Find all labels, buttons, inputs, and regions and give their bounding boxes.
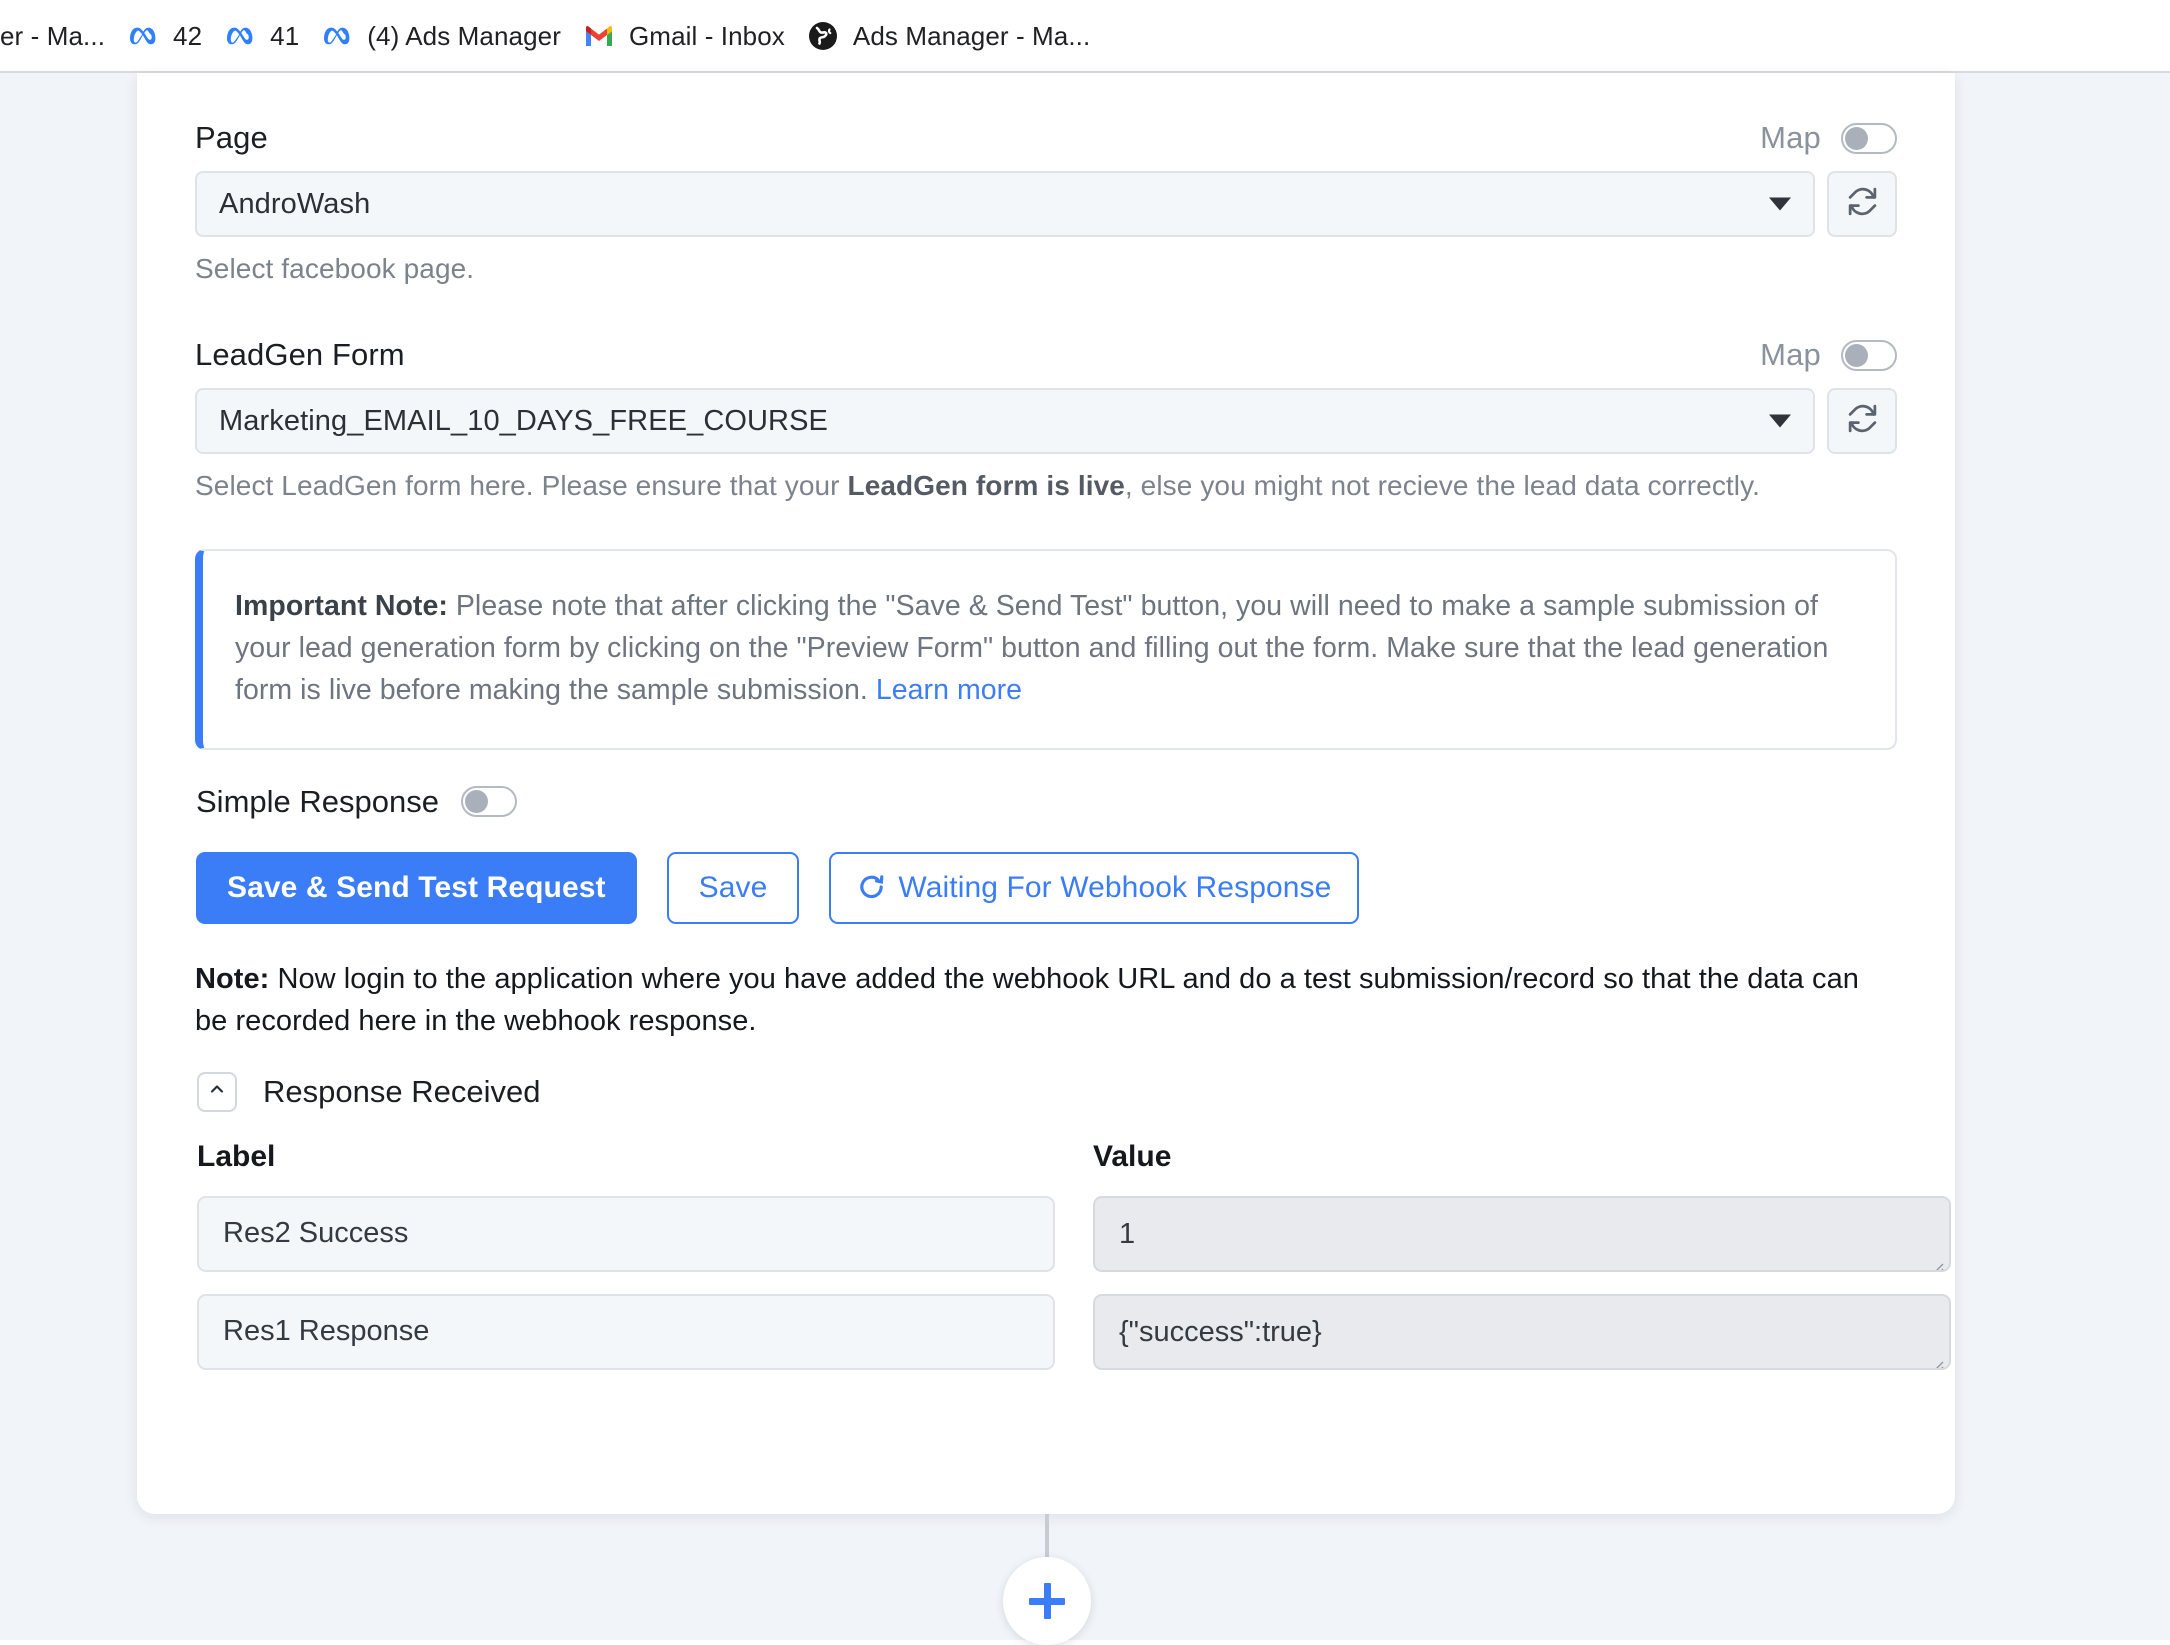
plus-icon <box>1029 1583 1065 1619</box>
response-value-text: {"success":true} <box>1119 1315 1322 1348</box>
important-note-strong: Important Note: <box>235 590 448 622</box>
add-step-button[interactable] <box>1003 1557 1091 1645</box>
waiting-for-webhook-response-button[interactable]: Waiting For Webhook Response <box>829 851 1360 924</box>
learn-more-link[interactable]: Learn more <box>876 674 1022 706</box>
webhook-note-strong: Note: <box>195 962 270 995</box>
leadgen-field-header: LeadGen Form Map <box>195 332 1897 378</box>
leadgen-select[interactable]: Marketing_EMAIL_10_DAYS_FREE_COURSE <box>195 388 1815 454</box>
chevron-up-icon <box>207 1079 227 1104</box>
leadgen-help-bold: LeadGen form is live <box>847 470 1125 501</box>
simple-response-label: Simple Response <box>196 783 439 819</box>
webhook-note-body: Now login to the application where you h… <box>195 962 1859 1037</box>
resize-grip-icon[interactable] <box>1929 1349 1945 1368</box>
leadgen-map-control: Map <box>1760 337 1897 373</box>
leadgen-select-row: Marketing_EMAIL_10_DAYS_FREE_COURSE <box>195 388 1897 454</box>
meta-icon <box>127 20 159 52</box>
chevron-down-icon <box>1769 414 1791 428</box>
action-button-row: Save & Send Test Request Save Waiting Fo… <box>195 851 1897 924</box>
response-received-title: Response Received <box>263 1073 541 1109</box>
save-button[interactable]: Save <box>666 851 800 924</box>
leadgen-help-post: , else you might not recieve the lead da… <box>1124 470 1761 501</box>
important-note-callout: Important Note: Please note that after c… <box>195 549 1897 750</box>
simple-response-row: Simple Response <box>195 784 1897 820</box>
response-kv-table: Label Value Res2 Success 1 Res1 Response <box>195 1140 1951 1370</box>
gmail-icon <box>583 20 615 52</box>
refresh-icon <box>1846 402 1879 440</box>
page-field-header: Page Map <box>195 115 1897 161</box>
browser-tab-1[interactable]: 42 <box>127 0 224 71</box>
toggle-knob <box>1845 343 1868 367</box>
webhook-note-text: Note: Now login to the application where… <box>195 958 1897 1042</box>
browser-tab-title: Ads Manager - Ma... <box>852 20 1091 51</box>
important-note-text: Important Note: Please note that after c… <box>235 585 1859 712</box>
chevron-down-icon <box>1769 197 1791 211</box>
page-map-label: Map <box>1760 120 1821 155</box>
browser-tab-5[interactable]: Ads Manager - Ma... <box>807 0 1112 71</box>
toggle-knob <box>464 790 488 814</box>
response-value-textarea[interactable]: 1 <box>1093 1195 1951 1272</box>
browser-tab-title: er - Ma... <box>0 20 106 51</box>
leadgen-refresh-button[interactable] <box>1827 388 1897 454</box>
response-received-collapse-button[interactable] <box>197 1071 237 1112</box>
response-label-input[interactable]: Res1 Response <box>197 1293 1055 1370</box>
important-note-body: Please note that after clicking the "Sav… <box>235 590 1829 707</box>
page-refresh-button[interactable] <box>1827 171 1897 237</box>
browser-tab-title: Gmail - Inbox <box>628 20 785 51</box>
column-header-label: Label <box>197 1139 276 1173</box>
browser-tab-4[interactable]: Gmail - Inbox <box>583 0 807 71</box>
spinner-icon <box>857 873 886 902</box>
waiting-button-label: Waiting For Webhook Response <box>898 870 1332 904</box>
response-kv-header: Label Value <box>195 1140 1897 1174</box>
leadgen-map-toggle[interactable] <box>1841 339 1897 371</box>
browser-tab-title: 42 <box>173 20 203 51</box>
browser-tab-strip: er - Ma... 42 41 (4) Ads Manager Gmail -… <box>0 0 2170 73</box>
leadgen-help-pre: Select LeadGen form here. Please ensure … <box>195 470 848 501</box>
browser-tab-0[interactable]: er - Ma... <box>0 0 127 71</box>
leadgen-map-label: Map <box>1760 337 1821 372</box>
browser-tab-3[interactable]: (4) Ads Manager <box>321 0 583 71</box>
page-field-label: Page <box>195 120 268 155</box>
page-field-block: Page Map AndroWash Select facebook page. <box>195 115 1897 286</box>
leadgen-field-block: LeadGen Form Map Marketing_EMAIL_10_DAYS… <box>195 332 1897 503</box>
page-select[interactable]: AndroWash <box>195 171 1815 237</box>
globe-icon <box>807 20 839 52</box>
table-row: Res1 Response {"success":true} <box>195 1293 1951 1370</box>
leadgen-field-label: LeadGen Form <box>195 337 405 372</box>
save-and-send-test-request-button[interactable]: Save & Send Test Request <box>196 851 637 924</box>
leadgen-action-card: Page Map AndroWash Select facebook page.… <box>137 73 1955 1514</box>
leadgen-help-text: Select LeadGen form here. Please ensure … <box>195 468 1897 503</box>
workflow-canvas: Page Map AndroWash Select facebook page.… <box>0 73 2170 1645</box>
browser-tab-title: (4) Ads Manager <box>367 20 561 51</box>
meta-icon <box>321 20 353 52</box>
page-select-row: AndroWash <box>195 171 1897 237</box>
toggle-knob <box>1845 126 1868 150</box>
response-value-textarea[interactable]: {"success":true} <box>1093 1293 1951 1370</box>
response-received-row: Response Received <box>195 1071 1897 1112</box>
table-row: Res2 Success 1 <box>195 1195 1951 1272</box>
response-value-text: 1 <box>1119 1217 1136 1250</box>
column-header-value: Value <box>1093 1139 1172 1173</box>
browser-tab-title: 41 <box>270 20 300 51</box>
meta-icon <box>224 20 256 52</box>
resize-grip-icon[interactable] <box>1929 1251 1945 1270</box>
page-help-text: Select facebook page. <box>195 253 475 284</box>
refresh-icon <box>1846 185 1879 223</box>
page-map-control: Map <box>1760 120 1897 156</box>
page-map-toggle[interactable] <box>1841 122 1897 154</box>
simple-response-toggle[interactable] <box>460 786 517 818</box>
response-label-input[interactable]: Res2 Success <box>197 1195 1055 1272</box>
page-select-value: AndroWash <box>219 187 371 220</box>
leadgen-select-value: Marketing_EMAIL_10_DAYS_FREE_COURSE <box>219 404 828 437</box>
browser-tab-2[interactable]: 41 <box>224 0 321 71</box>
